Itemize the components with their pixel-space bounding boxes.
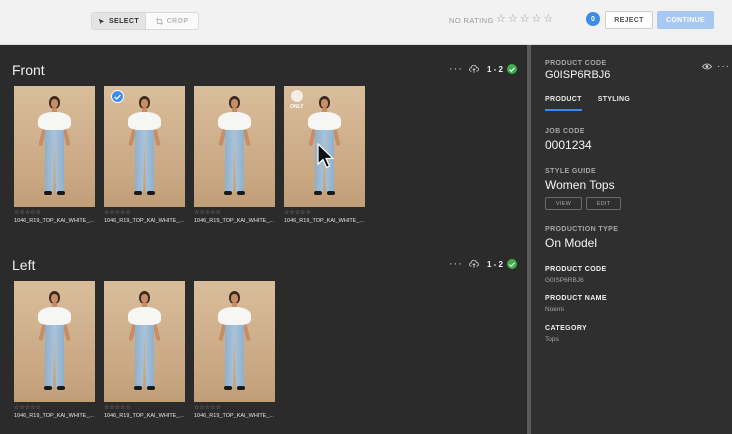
tab-styling[interactable]: STYLING (598, 96, 630, 111)
mouse-cursor-icon (317, 143, 335, 169)
crop-tool-label: CROP (166, 17, 189, 25)
star-rating-text: ☆☆☆☆☆ (104, 405, 131, 411)
thumbnail-card[interactable]: ☆☆☆☆☆ 1046_R19_TOP_KAI_WHITE_... (104, 86, 185, 224)
product-photo[interactable] (14, 86, 95, 207)
category-value: Tops (545, 336, 559, 343)
section-tools-front: ··· 1 - 2 (449, 64, 518, 75)
thumbnail-rating[interactable]: ☆☆☆☆☆ (194, 405, 275, 412)
thumbnail-rating[interactable]: ☆☆☆☆☆ (104, 405, 185, 412)
product-photo[interactable] (104, 281, 185, 402)
crop-icon (155, 17, 163, 25)
panel-tabs: PRODUCT STYLING (545, 96, 630, 111)
thumbnail-card[interactable]: ☆☆☆☆☆ 1046_R19_TOP_KAI_WHITE_... (104, 281, 185, 419)
thumbnail-card[interactable]: ☆☆☆☆☆ 1046_R19_TOP_KAI_WHITE_... (194, 86, 275, 224)
select-tool-button[interactable]: SELECT (92, 13, 146, 29)
crop-tool-button[interactable]: CROP (146, 13, 198, 29)
thumbnail-rating[interactable]: ☆☆☆☆☆ (14, 210, 95, 217)
tool-toggle: SELECT CROP (91, 12, 199, 30)
only-tag[interactable]: ONLY (290, 104, 303, 110)
view-style-guide-button[interactable]: VIEW (545, 197, 582, 210)
product-code-header-value: G0ISP6RBJ6 (545, 69, 611, 81)
approved-check-icon (507, 64, 518, 74)
product-photo[interactable] (194, 86, 275, 207)
reject-button[interactable]: REJECT (605, 11, 653, 29)
section-range-front: 1 - 2 (487, 64, 504, 74)
select-circle-icon[interactable] (291, 90, 303, 102)
thumbnail-rating[interactable]: ☆☆☆☆☆ (194, 210, 275, 217)
section-title-front: Front (12, 62, 45, 78)
top-toolbar: SELECT CROP NO RATING ☆ ☆ ☆ ☆ ☆ 0 REJECT… (0, 0, 732, 45)
product-photo[interactable] (14, 281, 95, 402)
selected-check-icon[interactable] (111, 90, 124, 103)
thumbnail-filename: 1046_R19_TOP_KAI_WHITE_... (14, 218, 94, 224)
approved-check-icon (507, 259, 518, 269)
product-name-label: PRODUCT NAME (545, 295, 607, 302)
rating-stars[interactable]: ☆ ☆ ☆ ☆ ☆ (496, 13, 553, 25)
star-rating-text: ☆☆☆☆☆ (194, 210, 221, 216)
thumbnail-card[interactable]: ☆☆☆☆☆ 1046_R19_TOP_KAI_WHITE_... (14, 86, 95, 224)
star-icon[interactable]: ☆ (532, 13, 542, 25)
thumbnail-filename: 1046_R19_TOP_KAI_WHITE_... (104, 413, 184, 419)
production-type-label: PRODUCTION TYPE (545, 226, 619, 233)
product-photo[interactable] (104, 86, 185, 207)
selection-count-badge: 0 (586, 12, 600, 26)
thumbnail-rating[interactable]: ☆☆☆☆☆ (14, 405, 95, 412)
thumbnail-rating[interactable]: ☆☆☆☆☆ (284, 210, 365, 217)
star-icon[interactable]: ☆ (508, 13, 518, 25)
tab-product[interactable]: PRODUCT (545, 96, 582, 111)
thumbnail-filename: 1046_R19_TOP_KAI_WHITE_... (284, 218, 364, 224)
product-code-label: PRODUCT CODE (545, 266, 607, 273)
cloud-upload-icon[interactable] (469, 64, 479, 74)
category-label: CATEGORY (545, 325, 588, 332)
continue-button[interactable]: CONTINUE (657, 11, 714, 29)
star-icon[interactable]: ☆ (520, 13, 530, 25)
product-code-value: G0ISP6RBJ6 (545, 277, 584, 284)
job-code-value: 0001234 (545, 138, 592, 152)
eye-icon[interactable] (702, 63, 712, 70)
select-tool-label: SELECT (108, 17, 139, 25)
more-icon[interactable]: ··· (717, 61, 730, 72)
job-code-label: JOB CODE (545, 128, 585, 135)
star-icon[interactable]: ☆ (496, 13, 506, 25)
product-photo[interactable] (194, 281, 275, 402)
production-type-value: On Model (545, 236, 598, 250)
pointer-icon (98, 18, 105, 24)
star-rating-text: ☆☆☆☆☆ (14, 210, 41, 216)
style-guide-value: Women Tops (545, 178, 615, 192)
thumbnail-filename: 1046_R19_TOP_KAI_WHITE_... (14, 413, 94, 419)
product-name-value: Noemi (545, 306, 564, 313)
thumbnail-filename: 1046_R19_TOP_KAI_WHITE_... (194, 413, 274, 419)
thumbnail-rating[interactable]: ☆☆☆☆☆ (104, 210, 185, 217)
star-icon[interactable]: ☆ (544, 13, 554, 25)
thumbnail-card[interactable]: ☆☆☆☆☆ 1046_R19_TOP_KAI_WHITE_... (194, 281, 275, 419)
rating-label: NO RATING (449, 16, 494, 25)
star-rating-text: ☆☆☆☆☆ (284, 210, 311, 216)
section-title-left: Left (12, 257, 36, 273)
star-rating-text: ☆☆☆☆☆ (14, 405, 41, 411)
product-code-header-label: PRODUCT CODE (545, 60, 607, 67)
style-guide-label: STYLE GUIDE (545, 168, 597, 175)
star-rating-text: ☆☆☆☆☆ (194, 405, 221, 411)
edit-style-guide-button[interactable]: EDIT (586, 197, 621, 210)
section-range-left: 1 - 2 (487, 259, 504, 269)
section-tools-left: ··· 1 - 2 (449, 259, 518, 270)
star-rating-text: ☆☆☆☆☆ (104, 210, 131, 216)
details-panel: PRODUCT CODE G0ISP6RBJ6 ··· PRODUCT STYL… (531, 45, 732, 434)
more-icon[interactable]: ··· (449, 259, 463, 270)
more-icon[interactable]: ··· (449, 64, 463, 75)
thumbnail-filename: 1046_R19_TOP_KAI_WHITE_... (104, 218, 184, 224)
thumbnail-card[interactable]: ☆☆☆☆☆ 1046_R19_TOP_KAI_WHITE_... (14, 281, 95, 419)
cloud-upload-icon[interactable] (469, 259, 479, 269)
thumbnail-filename: 1046_R19_TOP_KAI_WHITE_... (194, 218, 274, 224)
